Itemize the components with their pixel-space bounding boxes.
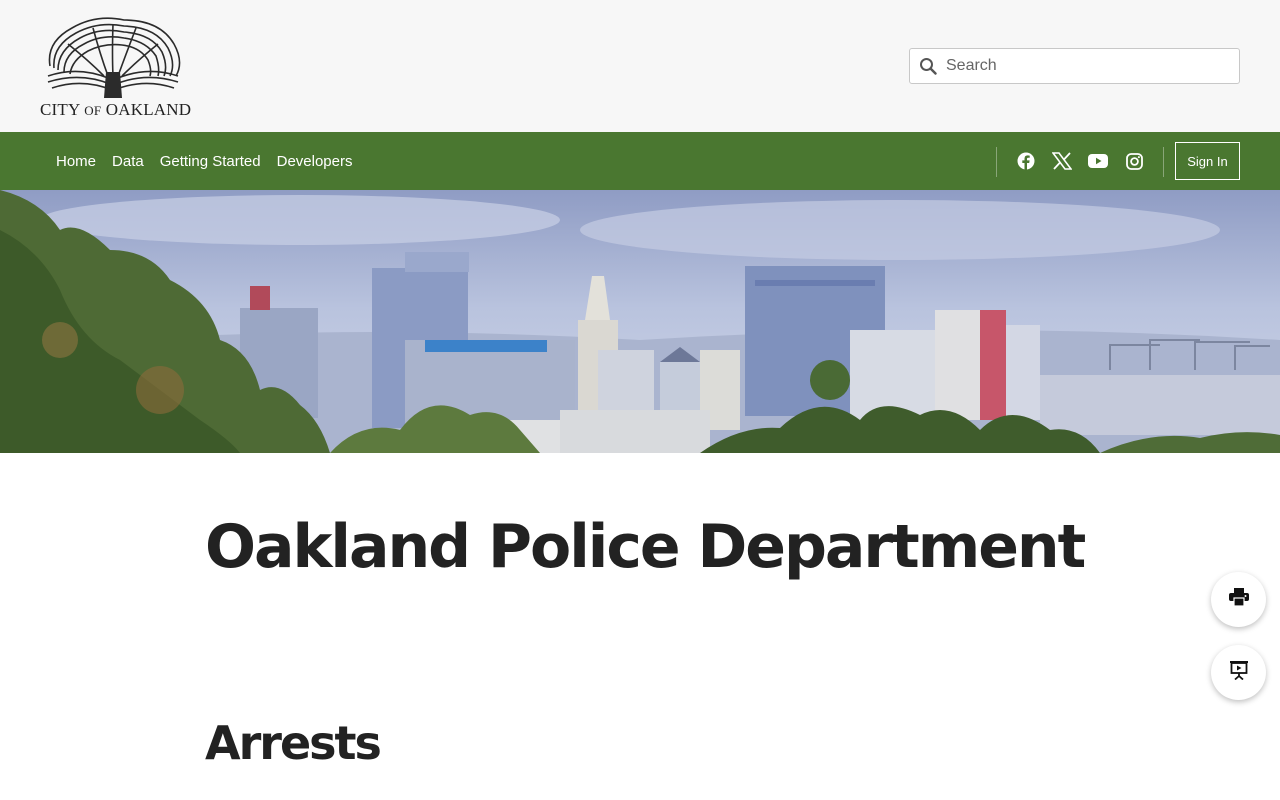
youtube-icon[interactable] [1080, 143, 1116, 179]
oak-tree-icon [47, 17, 181, 98]
search-input[interactable] [946, 51, 1226, 81]
section-title-arrests: Arrests [205, 716, 382, 770]
nav-links: Home Data Getting Started Developers [48, 132, 360, 190]
sign-in-button[interactable]: Sign In [1175, 142, 1240, 180]
present-button[interactable] [1211, 645, 1266, 700]
x-icon[interactable] [1044, 143, 1080, 179]
presentation-icon [1229, 660, 1249, 685]
site-header: CITY OF OAKLAND [0, 0, 1280, 132]
main-navbar: Home Data Getting Started Developers [0, 132, 1280, 190]
skyline-banner-image [0, 190, 1280, 453]
logo-word-city: CITY [40, 100, 80, 119]
nav-divider-left [996, 147, 997, 177]
print-button[interactable] [1211, 572, 1266, 627]
facebook-icon[interactable] [1008, 143, 1044, 179]
logo-word-oakland: OAKLAND [105, 100, 192, 119]
nav-developers-link[interactable]: Developers [269, 153, 361, 170]
instagram-icon[interactable] [1116, 143, 1152, 179]
social-links [1008, 132, 1152, 190]
logo-word-of: OF [84, 103, 102, 118]
print-icon [1228, 588, 1249, 611]
nav-data-link[interactable]: Data [104, 153, 152, 170]
search-box[interactable] [909, 48, 1240, 84]
page-title: Oakland Police Department [205, 512, 1086, 582]
search-icon[interactable] [910, 49, 946, 83]
logo-wordmark: CITY OF OAKLAND [40, 100, 191, 120]
nav-divider-right [1163, 147, 1164, 177]
city-of-oakland-logo[interactable]: CITY OF OAKLAND [38, 14, 191, 120]
nav-getting-started-link[interactable]: Getting Started [152, 153, 269, 170]
nav-home-link[interactable]: Home [48, 153, 104, 170]
